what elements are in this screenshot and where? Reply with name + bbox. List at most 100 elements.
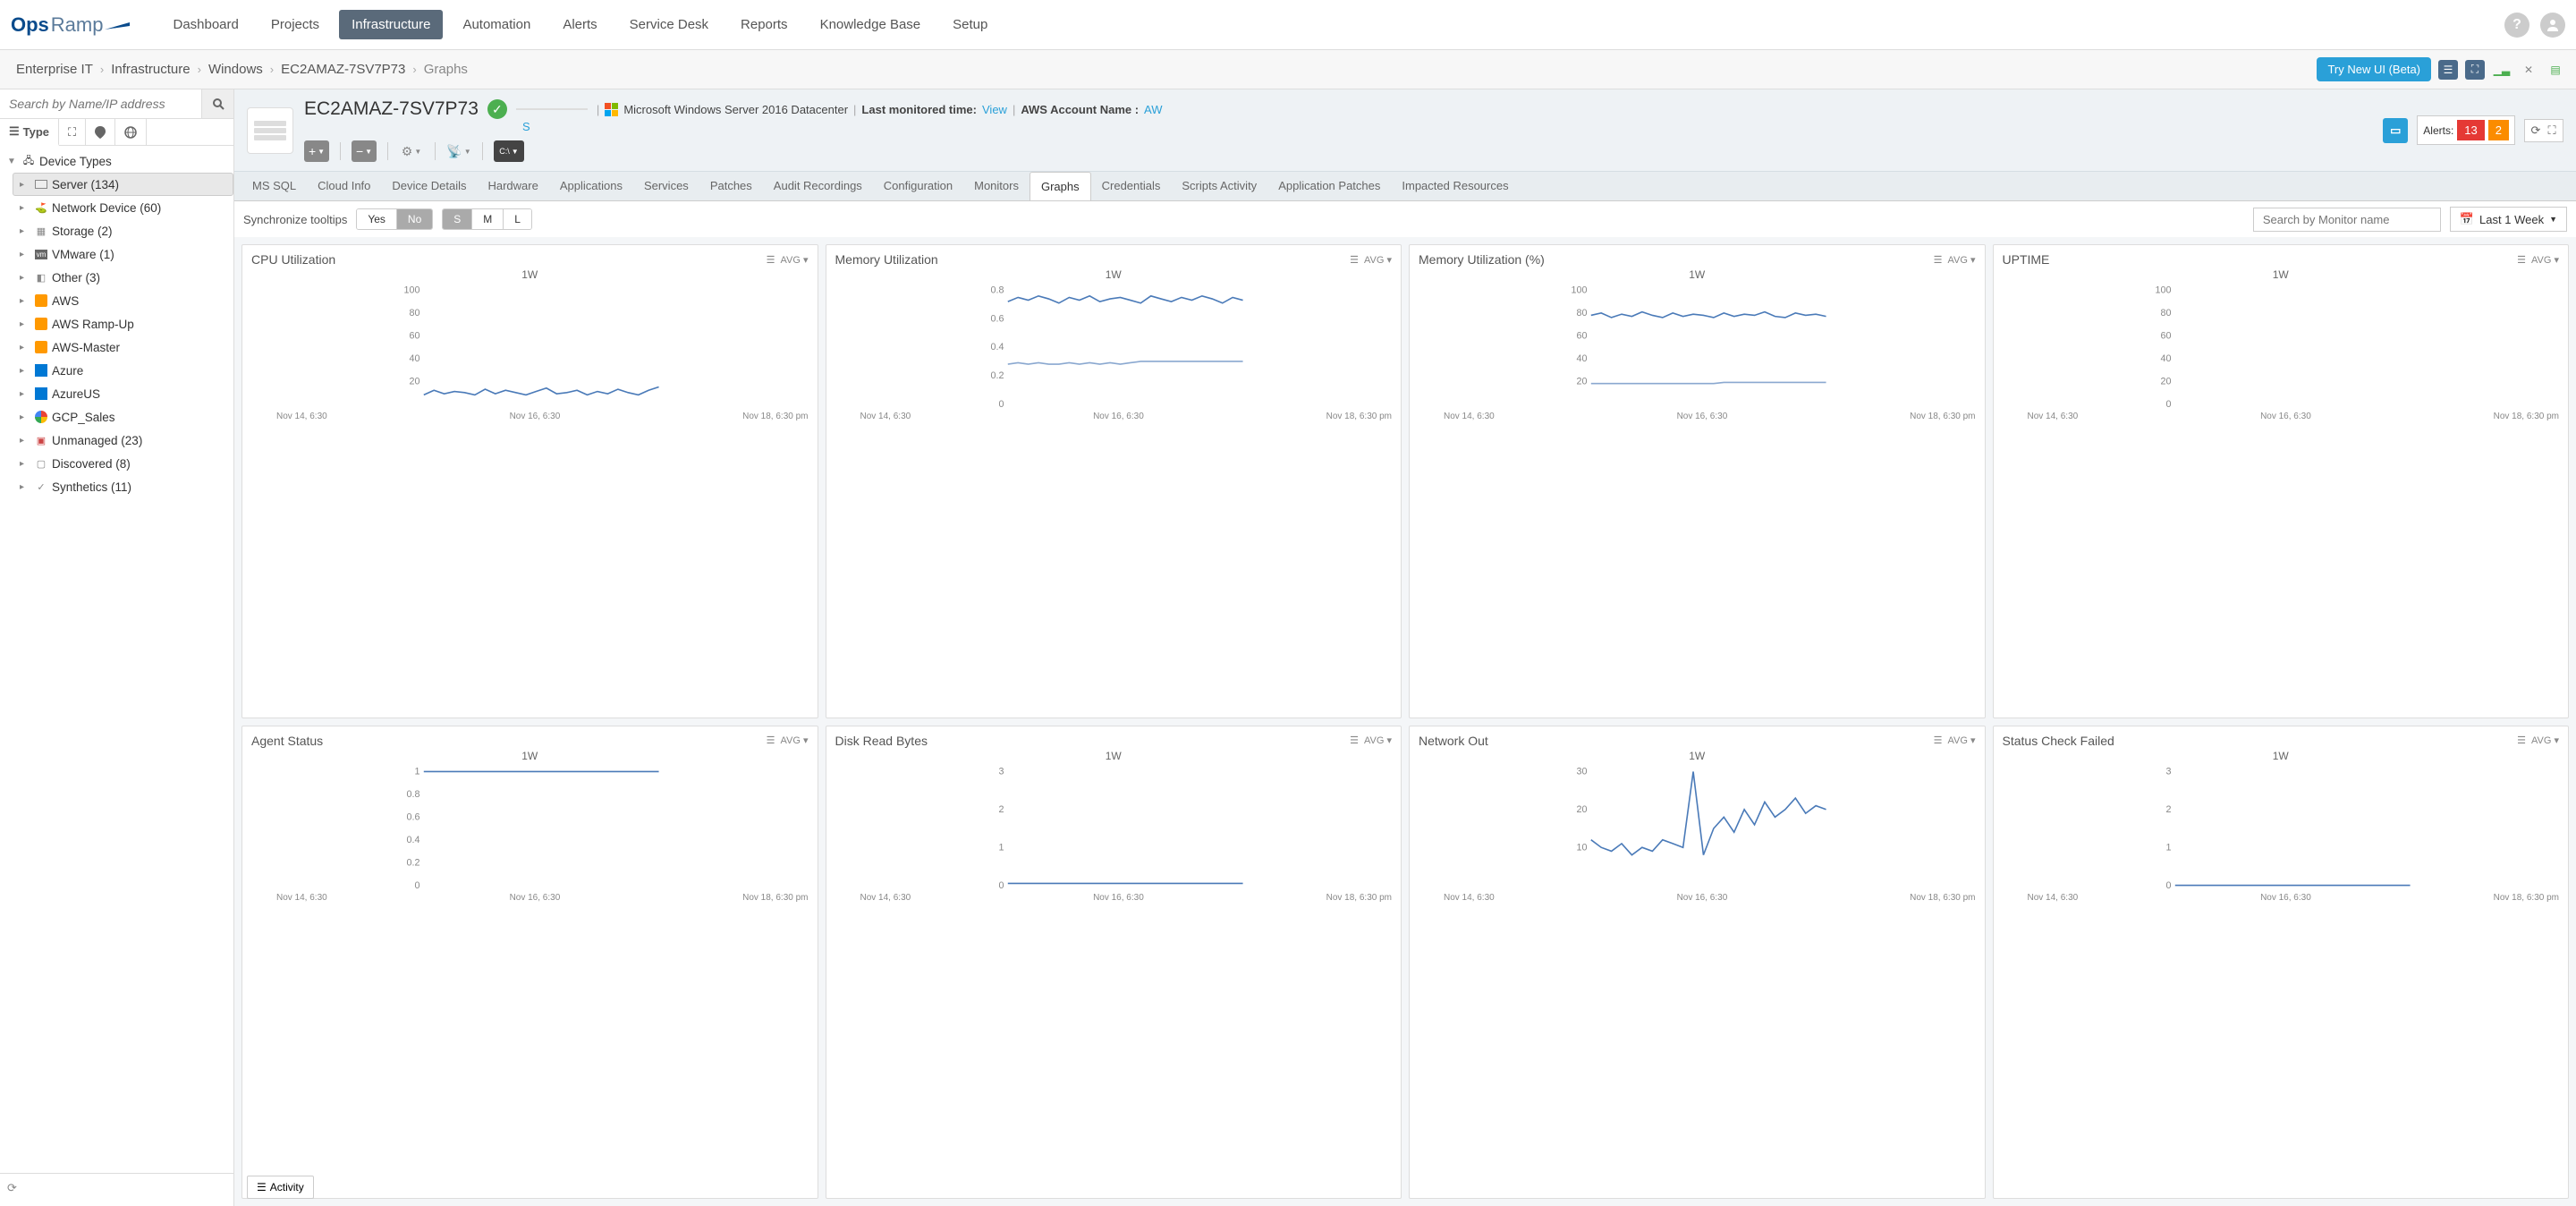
list-view-icon[interactable]: ☰ [2438, 60, 2458, 80]
server-badge-icon[interactable]: ▭ [2383, 118, 2408, 143]
chart-body[interactable]: 00.20.40.60.8 [835, 285, 1393, 410]
tree-node-storage[interactable]: ▸▦Storage (2) [13, 219, 233, 242]
chart-agg-label[interactable]: AVG ▾ [1948, 735, 1976, 746]
tree-node-aws[interactable]: ▸AWS [13, 289, 233, 312]
chart-menu-icon[interactable]: ☰ [1934, 254, 1943, 266]
nav-infrastructure[interactable]: Infrastructure [339, 10, 443, 39]
chart-menu-icon[interactable]: ☰ [767, 254, 775, 266]
nav-setup[interactable]: Setup [940, 10, 1000, 39]
tree-node-discovered[interactable]: ▸▢Discovered (8) [13, 452, 233, 475]
tree-node-unmanaged[interactable]: ▸▣Unmanaged (23) [13, 429, 233, 452]
search-button[interactable] [201, 89, 233, 118]
alerts-badge[interactable]: Alerts: 13 2 [2417, 115, 2515, 145]
breadcrumb-item[interactable]: EC2AMAZ-7SV7P73 [275, 62, 411, 77]
tab-services[interactable]: Services [633, 172, 699, 200]
chart-agg-label[interactable]: AVG ▾ [1948, 254, 1976, 266]
tab-impacted-resources[interactable]: Impacted Resources [1391, 172, 1519, 200]
chart-body[interactable]: 20406080100 [1419, 285, 1976, 410]
help-icon[interactable]: ? [2504, 13, 2529, 38]
breadcrumb-item[interactable]: Enterprise IT [11, 62, 98, 77]
chart-body[interactable]: 20406080100 [251, 285, 809, 410]
tab-monitors[interactable]: Monitors [963, 172, 1030, 200]
tree-node-azure[interactable]: ▸Azure [13, 359, 233, 382]
tree-node-azureus[interactable]: ▸AzureUS [13, 382, 233, 405]
nav-reports[interactable]: Reports [728, 10, 801, 39]
tab-credentials[interactable]: Credentials [1091, 172, 1172, 200]
sync-yes[interactable]: Yes [357, 209, 397, 229]
tree-root[interactable]: ▼ 🖧 Device Types [0, 149, 233, 173]
filter-tab-globe[interactable] [115, 119, 147, 145]
settings-button[interactable]: ⚙▼ [399, 140, 424, 162]
tab-application-patches[interactable]: Application Patches [1267, 172, 1391, 200]
tab-ms-sql[interactable]: MS SQL [242, 172, 307, 200]
user-icon[interactable] [2540, 13, 2565, 38]
chart-menu-icon[interactable]: ☰ [2517, 735, 2526, 746]
nav-alerts[interactable]: Alerts [550, 10, 609, 39]
chart-menu-icon[interactable]: ☰ [1350, 735, 1359, 746]
last-monitored-link[interactable]: View [982, 103, 1007, 116]
chart-agg-label[interactable]: AVG ▾ [1364, 735, 1392, 746]
tab-audit-recordings[interactable]: Audit Recordings [763, 172, 873, 200]
tab-patches[interactable]: Patches [699, 172, 763, 200]
tree-node-aws-master[interactable]: ▸AWS-Master [13, 335, 233, 359]
chart-agg-label[interactable]: AVG ▾ [781, 735, 809, 746]
expand-icon[interactable]: ⛶ [2545, 123, 2559, 138]
tab-cloud-info[interactable]: Cloud Info [307, 172, 381, 200]
tree-node-other[interactable]: ▸◧Other (3) [13, 266, 233, 289]
aws-account-value[interactable]: AW [1144, 103, 1162, 116]
nav-knowledge-base[interactable]: Knowledge Base [808, 10, 934, 39]
nav-automation[interactable]: Automation [450, 10, 543, 39]
tab-device-details[interactable]: Device Details [381, 172, 477, 200]
chart-body[interactable]: 0123 [835, 766, 1393, 891]
tree-node-aws-ramp-up[interactable]: ▸AWS Ramp-Up [13, 312, 233, 335]
size-m[interactable]: M [472, 209, 504, 229]
tab-applications[interactable]: Applications [549, 172, 633, 200]
tree-node-vmware[interactable]: ▸vmVMware (1) [13, 242, 233, 266]
tab-graphs[interactable]: Graphs [1030, 172, 1091, 201]
filter-tab-tree[interactable]: ⛶ [59, 119, 86, 145]
filter-tab-type[interactable]: ☰ Type [0, 119, 59, 146]
filter-tab-location[interactable] [86, 119, 115, 145]
chart-agg-label[interactable]: AVG ▾ [781, 254, 809, 266]
nav-dashboard[interactable]: Dashboard [160, 10, 250, 39]
nav-service-desk[interactable]: Service Desk [617, 10, 721, 39]
chart-body[interactable]: 102030 [1419, 766, 1976, 891]
nav-projects[interactable]: Projects [258, 10, 332, 39]
chart-body[interactable]: 00.20.40.60.81 [251, 766, 809, 891]
sync-no[interactable]: No [397, 209, 432, 229]
chart-menu-icon[interactable]: ☰ [767, 735, 775, 746]
search-input[interactable] [0, 89, 201, 118]
breadcrumb-item[interactable]: Infrastructure [106, 62, 195, 77]
sync-icon[interactable]: ⟳ [2529, 123, 2543, 138]
size-s[interactable]: S [443, 209, 472, 229]
chart-body[interactable]: 020406080100 [2003, 285, 2560, 410]
tab-configuration[interactable]: Configuration [873, 172, 963, 200]
chart-agg-label[interactable]: AVG ▾ [2531, 735, 2559, 746]
tree-node-synthetics[interactable]: ▸✓Synthetics (11) [13, 475, 233, 498]
monitor-search-input[interactable] [2253, 208, 2441, 232]
tree-node-gcp_sales[interactable]: ▸GCP_Sales [13, 405, 233, 429]
chart-agg-label[interactable]: AVG ▾ [1364, 254, 1392, 266]
chart-menu-icon[interactable]: ☰ [1350, 254, 1359, 266]
chart-icon[interactable]: ▁▃ [2492, 60, 2512, 80]
tree-node-server[interactable]: ▸Server (134) [13, 173, 233, 196]
time-range-picker[interactable]: 📅 Last 1 Week ▼ [2450, 207, 2567, 232]
layers-icon[interactable]: ▤ [2546, 60, 2565, 80]
chart-body[interactable]: 0123 [2003, 766, 2560, 891]
satellite-button[interactable]: 📡▼ [446, 140, 471, 162]
refresh-icon[interactable]: ⟳ [7, 1181, 25, 1199]
tree-node-network-device[interactable]: ▸⛳Network Device (60) [13, 196, 233, 219]
console-button[interactable]: C:\▼ [494, 140, 524, 162]
add-button[interactable]: +▼ [304, 140, 329, 162]
size-l[interactable]: L [504, 209, 531, 229]
chart-menu-icon[interactable]: ☰ [2517, 254, 2526, 266]
remove-button[interactable]: −▼ [352, 140, 377, 162]
activity-button[interactable]: ☰ Activity [247, 1176, 314, 1199]
tab-scripts-activity[interactable]: Scripts Activity [1171, 172, 1267, 200]
tools-icon[interactable]: ✕ [2519, 60, 2538, 80]
try-new-ui-button[interactable]: Try New UI (Beta) [2317, 57, 2431, 81]
breadcrumb-item[interactable]: Windows [203, 62, 268, 77]
chart-menu-icon[interactable]: ☰ [1934, 735, 1943, 746]
topology-icon[interactable]: ⛶ [2465, 60, 2485, 80]
tab-hardware[interactable]: Hardware [477, 172, 548, 200]
